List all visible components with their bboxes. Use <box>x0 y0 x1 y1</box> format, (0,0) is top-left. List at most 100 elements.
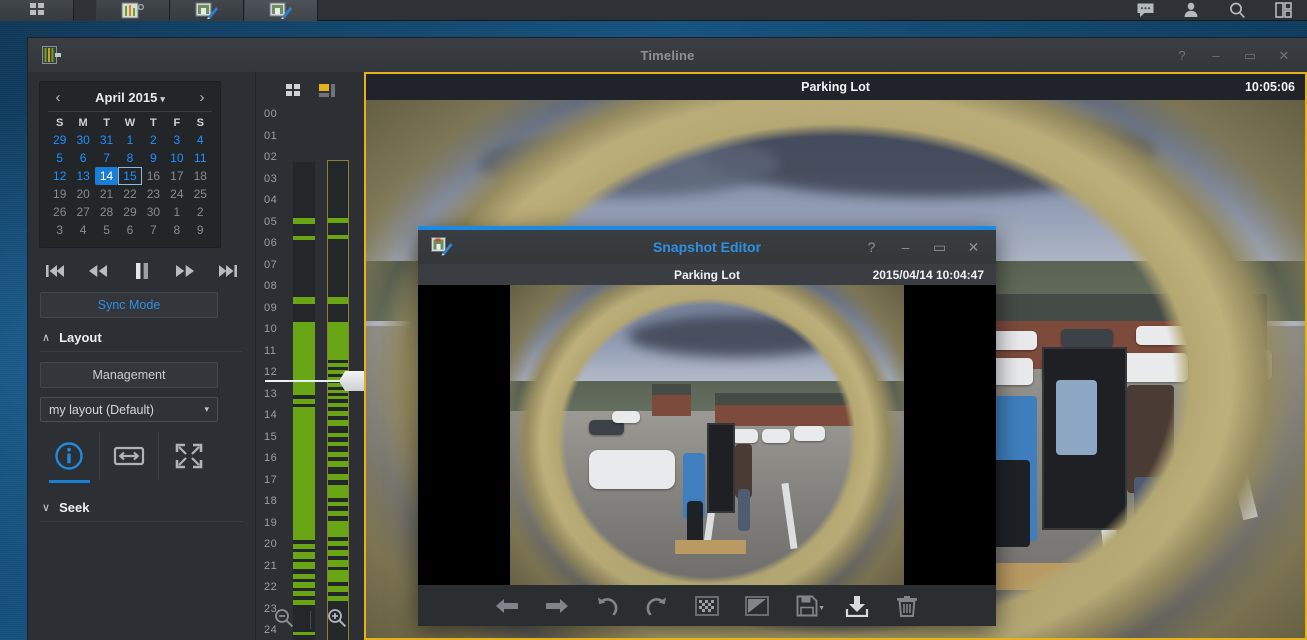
calendar-day-cell[interactable]: 2 <box>142 131 165 149</box>
pause-button[interactable] <box>129 260 155 282</box>
calendar-day-cell[interactable]: 7 <box>142 221 165 239</box>
seek-section-header[interactable]: ∨ Seek <box>42 500 243 515</box>
previous-button[interactable] <box>493 592 521 620</box>
calendar-day-cell[interactable]: 24 <box>165 185 188 203</box>
recording-segment <box>328 362 348 368</box>
timeline-track-all[interactable] <box>293 162 315 640</box>
redo-button[interactable] <box>643 592 671 620</box>
grid-view-tab[interactable] <box>0 0 74 21</box>
calendar-day-cell[interactable]: 6 <box>71 149 94 167</box>
calendar-day-cell[interactable]: 4 <box>189 131 212 149</box>
calendar-day-cell[interactable]: 18 <box>189 167 212 185</box>
skip-end-button[interactable] <box>215 260 241 282</box>
fullscreen-tab[interactable] <box>158 432 218 480</box>
snapshot-editor-titlebar[interactable]: Snapshot Editor ? – ▭ ✕ <box>418 230 996 264</box>
fast-forward-button[interactable] <box>172 260 198 282</box>
skip-start-button[interactable] <box>42 260 68 282</box>
calendar-day-cell[interactable]: 1 <box>165 203 188 221</box>
calendar-day-cell[interactable]: 5 <box>48 149 71 167</box>
calendar-day-cell[interactable]: 7 <box>95 149 118 167</box>
calendar-month-label[interactable]: April 2015 ▾ <box>95 90 165 105</box>
mosaic-button[interactable] <box>693 592 721 620</box>
calendar-day-cell[interactable]: 31 <box>95 131 118 149</box>
calendar-day-cell[interactable]: 26 <box>48 203 71 221</box>
delete-button[interactable] <box>893 592 921 620</box>
calendar-day-cell[interactable]: 17 <box>165 167 188 185</box>
minimize-button[interactable]: – <box>1209 49 1223 62</box>
calendar-day-cell[interactable]: 5 <box>95 221 118 239</box>
arrow-left-icon <box>496 598 518 613</box>
calendar-day-cell[interactable]: 28 <box>95 203 118 221</box>
calendar-next-month-button[interactable]: › <box>194 89 210 106</box>
calendar-day-cell[interactable]: 12 <box>48 167 71 185</box>
hour-label: 00 <box>264 108 278 120</box>
calendar-day-cell[interactable]: 9 <box>189 221 212 239</box>
chat-icon[interactable] <box>1135 0 1155 20</box>
rewind-button[interactable] <box>85 260 111 282</box>
calendar-day-cell[interactable]: 2 <box>189 203 212 221</box>
calendar-day-cell[interactable]: 20 <box>71 185 94 203</box>
calendar-prev-month-button[interactable]: ‹ <box>50 89 66 106</box>
calendar-day-cell[interactable]: 23 <box>142 185 165 203</box>
export-button[interactable] <box>843 592 871 620</box>
calendar-day-cell[interactable]: 8 <box>118 149 141 167</box>
video-panel[interactable]: Parking Lot 10:05:06 Snapshot Editor ? –… <box>364 72 1307 640</box>
calendar-day-cell[interactable]: 1 <box>118 131 141 149</box>
fit-width-icon <box>113 446 145 466</box>
zoom-in-icon[interactable] <box>327 608 347 633</box>
maximize-button[interactable]: ▭ <box>1243 49 1257 62</box>
calendar-weekday: T <box>103 117 110 129</box>
info-tab[interactable] <box>40 432 99 483</box>
calendar-day-cell[interactable]: 29 <box>48 131 71 149</box>
calendar-day-cell[interactable]: 25 <box>189 185 212 203</box>
calendar-day-cell[interactable]: 4 <box>71 221 94 239</box>
calendar-day-cell[interactable]: 16 <box>142 167 165 185</box>
calendar-weekday: W <box>124 117 136 129</box>
calendar-day-cell[interactable]: 8 <box>165 221 188 239</box>
calendar-day-cell[interactable]: 9 <box>142 149 165 167</box>
chevron-down-icon: ▼ <box>818 604 825 612</box>
management-button[interactable]: Management <box>40 362 218 388</box>
all-cameras-icon[interactable] <box>286 84 302 103</box>
help-button[interactable]: ? <box>1175 49 1189 62</box>
calendar-day-cell[interactable]: 3 <box>48 221 71 239</box>
calendar-day-cell[interactable]: 29 <box>118 203 141 221</box>
layout-icon[interactable] <box>1273 0 1293 20</box>
selected-camera-icon[interactable] <box>319 84 335 103</box>
recording-segment <box>328 441 348 446</box>
layout-select[interactable]: my layout (Default) ▾ <box>40 397 218 422</box>
next-button[interactable] <box>543 592 571 620</box>
timeline-zoom-controls <box>256 600 364 640</box>
sync-mode-button[interactable]: Sync Mode <box>40 292 218 318</box>
calendar-day-cell[interactable]: 27 <box>71 203 94 221</box>
timeline-track-selected[interactable] <box>327 160 349 640</box>
layout-section-header[interactable]: ∧ Layout <box>42 330 243 345</box>
calendar-day-cell[interactable]: 15 <box>118 167 141 185</box>
close-button[interactable]: ✕ <box>1277 49 1291 62</box>
calendar-day-cell[interactable]: 13 <box>71 167 94 185</box>
undo-button[interactable] <box>593 592 621 620</box>
zoom-out-icon[interactable] <box>274 608 294 633</box>
calendar-day-cell[interactable]: 11 <box>189 149 212 167</box>
layout-section-divider <box>40 351 243 352</box>
snapshot-canvas[interactable] <box>418 285 996 585</box>
timeline-tab[interactable] <box>96 0 170 21</box>
search-icon[interactable] <box>1227 0 1247 20</box>
snapshot-editor-tab-2[interactable] <box>244 0 318 21</box>
user-icon[interactable] <box>1181 0 1201 20</box>
calendar-day-cell[interactable]: 30 <box>142 203 165 221</box>
hour-label: 18 <box>264 495 278 507</box>
save-button[interactable]: ▼ <box>793 592 825 620</box>
calendar-day-cell[interactable]: 6 <box>118 221 141 239</box>
calendar-day-cell[interactable]: 19 <box>48 185 71 203</box>
calendar-day-cell[interactable]: 10 <box>165 149 188 167</box>
calendar-day-cell[interactable]: 22 <box>118 185 141 203</box>
calendar-day-cell[interactable]: 14 <box>94 167 119 185</box>
fit-width-tab[interactable] <box>98 432 159 480</box>
calendar-day-cell[interactable]: 21 <box>95 185 118 203</box>
calendar-day-cell[interactable]: 30 <box>71 131 94 149</box>
contrast-button[interactable] <box>743 592 771 620</box>
snapshot-editor-tab-1[interactable] <box>170 0 244 21</box>
calendar-day-cell[interactable]: 3 <box>165 131 188 149</box>
timeline-titlebar[interactable]: Timeline ? – ▭ ✕ <box>28 38 1307 72</box>
